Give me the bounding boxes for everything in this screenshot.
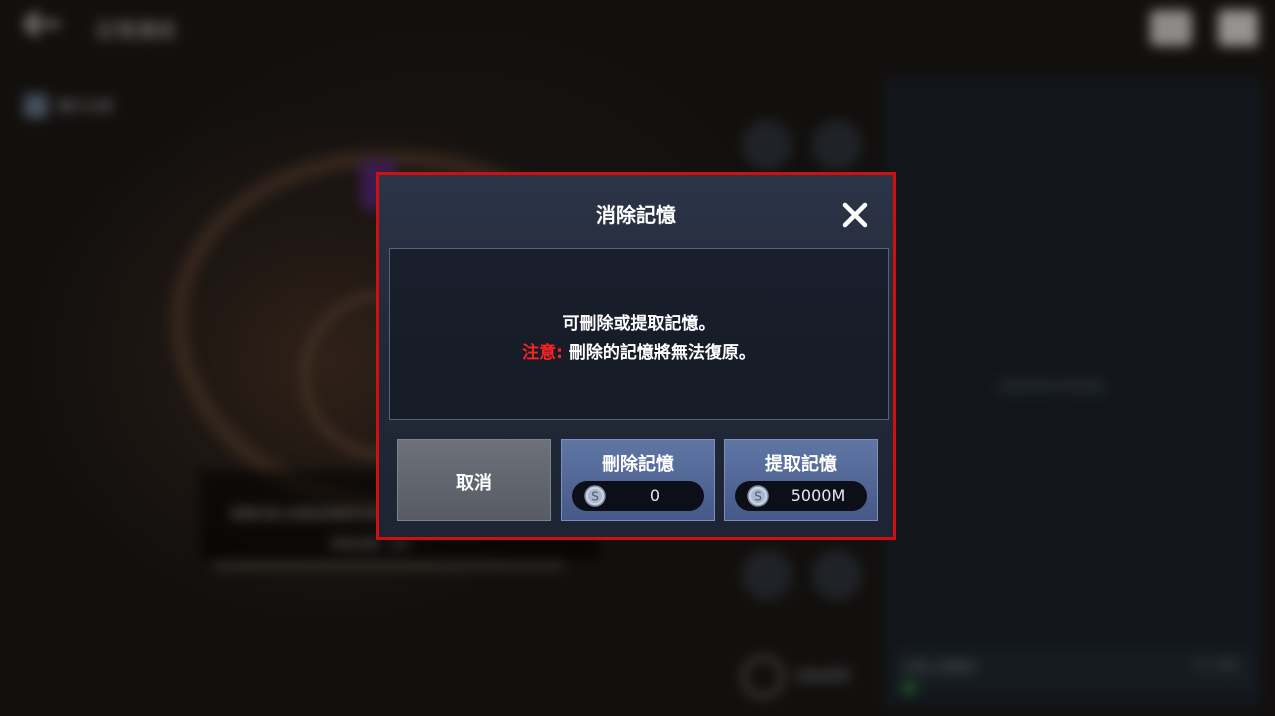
- dialog-title: 消除記憶: [596, 203, 676, 227]
- erase-memory-dialog: 消除記憶 可刪除或提取記憶。 注意: 刪除的記憶將無法復原。 取消 刪除記憶 S…: [376, 172, 896, 540]
- game-screen: 記憶連結 顯示全部 選擇記憶以查看詳細資訊及其說明 持有記憶：0/0 沒有持有中…: [0, 0, 1275, 716]
- extract-cost: S 5000M: [735, 481, 867, 511]
- silver-coin-icon: S: [584, 485, 606, 507]
- extract-cost-value: 5000M: [790, 486, 846, 505]
- delete-memory-button[interactable]: 刪除記憶 S 0: [561, 439, 715, 521]
- close-icon[interactable]: [839, 199, 871, 231]
- cancel-button[interactable]: 取消: [397, 439, 551, 521]
- svg-text:S: S: [754, 490, 762, 504]
- warning-label: 注意:: [522, 343, 563, 363]
- warning-line: 注意: 刪除的記憶將無法復原。: [390, 338, 888, 363]
- message-line: 可刪除或提取記憶。: [562, 314, 716, 334]
- cancel-button-label: 取消: [456, 473, 492, 494]
- svg-text:S: S: [591, 490, 599, 504]
- delete-cost-value: 0: [649, 486, 661, 505]
- extract-memory-button[interactable]: 提取記憶 S 5000M: [724, 439, 878, 521]
- warning-text: 刪除的記憶將無法復原。: [562, 343, 756, 363]
- delete-cost: S 0: [572, 481, 704, 511]
- message-box: 可刪除或提取記憶。 注意: 刪除的記憶將無法復原。: [389, 248, 889, 420]
- extract-button-label: 提取記憶: [765, 454, 837, 475]
- delete-button-label: 刪除記憶: [602, 454, 674, 475]
- silver-coin-icon: S: [747, 485, 769, 507]
